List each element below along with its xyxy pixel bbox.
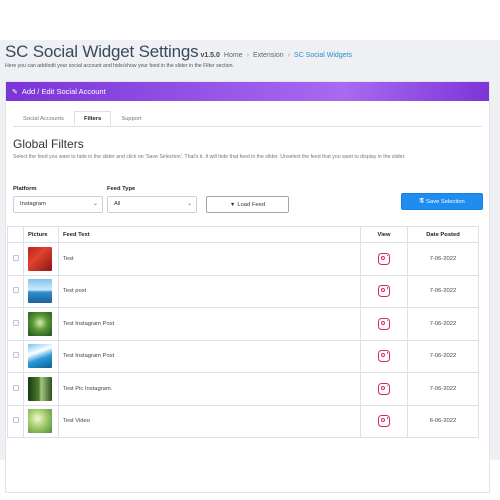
chevron-down-icon: ⌄ <box>186 201 192 207</box>
feed-thumbnail <box>28 409 52 434</box>
column-header-feed-text: Feed Text <box>58 226 361 243</box>
tab-filters[interactable]: Filters <box>73 111 112 126</box>
row-checkbox[interactable] <box>12 417 19 424</box>
date-cell: 6-06-2022 <box>407 404 479 438</box>
panel-title: Add / Edit Social Account <box>21 87 106 96</box>
feed-thumbnail <box>28 376 52 401</box>
view-cell <box>360 372 408 406</box>
instagram-icon[interactable] <box>378 415 390 428</box>
breadcrumb-current[interactable]: SC Social Widgets <box>294 52 352 59</box>
date-cell: 7-06-2022 <box>407 242 479 276</box>
row-select-cell <box>7 404 24 438</box>
table-row: Test Instagram Post 7-06-2022 <box>7 307 479 341</box>
date-cell: 7-06-2022 <box>407 339 479 373</box>
feed-text-cell: Test Instagram Post <box>58 339 361 373</box>
chevron-down-icon: ⌄ <box>92 201 98 207</box>
feed-thumbnail <box>28 311 52 336</box>
instagram-icon[interactable] <box>378 317 390 330</box>
instagram-icon[interactable] <box>378 285 390 298</box>
breadcrumb-home[interactable]: Home <box>224 52 243 59</box>
platform-label: Platform <box>13 186 37 192</box>
breadcrumb-separator: › <box>287 52 291 59</box>
tab-social-accounts[interactable]: Social Accounts <box>13 111 74 126</box>
picture-cell <box>23 339 59 373</box>
breadcrumb-separator: › <box>246 52 249 59</box>
platform-select[interactable]: Instagram ⌄ <box>13 196 103 213</box>
section-description: Select the feed you want to hide in the … <box>13 154 406 160</box>
feed-table: Picture Feed Text View Date Posted Test 7… <box>7 226 479 438</box>
settings-page: SC Social Widget Settings v1.5.0 Home › … <box>0 40 500 493</box>
view-cell <box>360 274 408 308</box>
row-select-cell <box>7 274 24 308</box>
feed-thumbnail <box>28 279 52 304</box>
page-header: SC Social Widget Settings v1.5.0 Home › … <box>5 42 495 62</box>
save-selection-label: Save Selection <box>426 198 465 205</box>
row-checkbox[interactable] <box>12 319 19 326</box>
instagram-icon[interactable] <box>378 382 390 395</box>
tab-bar: Social Accounts Filters Support <box>13 111 152 126</box>
feed-text-cell: Test Pic Instagram. <box>58 372 361 406</box>
section-title: Global Filters <box>13 137 84 151</box>
pencil-icon: ✎ <box>12 88 18 96</box>
picture-cell <box>23 307 59 341</box>
page-description: Here you can add/edit your social accoun… <box>5 63 234 69</box>
table-row: Test Video 6-06-2022 <box>7 404 479 438</box>
view-cell <box>360 307 408 341</box>
picture-cell <box>23 404 59 438</box>
date-cell: 7-06-2022 <box>407 307 479 341</box>
view-cell <box>360 242 408 276</box>
save-selection-button[interactable]: 🖫 Save Selection <box>401 193 483 210</box>
load-feed-label: Load Feed <box>237 201 266 208</box>
table-row: Test Pic Instagram. 7-06-2022 <box>7 372 479 406</box>
tab-support[interactable]: Support <box>111 111 151 126</box>
row-select-cell <box>7 372 24 406</box>
picture-cell <box>23 242 59 276</box>
breadcrumb-extension[interactable]: Extension <box>253 52 284 59</box>
feed-type-select[interactable]: All ⌄ <box>107 196 197 213</box>
column-header-select <box>7 226 24 243</box>
load-feed-button[interactable]: ▼ Load Feed <box>206 196 289 213</box>
feed-text-cell: Test post <box>58 274 361 308</box>
row-checkbox[interactable] <box>12 384 19 391</box>
feed-thumbnail <box>28 246 52 271</box>
date-cell: 7-06-2022 <box>407 372 479 406</box>
column-header-view: View <box>360 226 408 243</box>
row-select-cell <box>7 242 24 276</box>
table-header: Picture Feed Text View Date Posted <box>7 226 479 243</box>
platform-value: Instagram <box>20 201 46 207</box>
date-cell: 7-06-2022 <box>407 274 479 308</box>
table-row: Test 7-06-2022 <box>7 242 479 276</box>
feed-thumbnail <box>28 344 52 369</box>
instagram-icon[interactable] <box>378 350 390 363</box>
row-checkbox[interactable] <box>12 352 19 359</box>
column-header-picture: Picture <box>23 226 59 243</box>
view-cell <box>360 339 408 373</box>
feed-type-value: All <box>114 201 121 207</box>
table-row: Test Instagram Post 7-06-2022 <box>7 339 479 373</box>
view-cell <box>360 404 408 438</box>
feed-type-label: Feed Type <box>107 186 136 192</box>
picture-cell <box>23 274 59 308</box>
row-select-cell <box>7 339 24 373</box>
save-icon: 🖫 <box>419 198 424 204</box>
feed-text-cell: Test Video <box>58 404 361 438</box>
filter-icon: ▼ <box>229 201 236 208</box>
page-title: SC Social Widget Settings <box>5 42 199 61</box>
instagram-icon[interactable] <box>378 252 390 265</box>
column-header-date: Date Posted <box>407 226 479 243</box>
version-label: v1.5.0 <box>200 52 220 59</box>
feed-text-cell: Test Instagram Post <box>58 307 361 341</box>
table-row: Test post 7-06-2022 <box>7 274 479 308</box>
row-select-cell <box>7 307 24 341</box>
feed-text-cell: Test <box>58 242 361 276</box>
panel-header: ✎ Add / Edit Social Account <box>6 82 489 101</box>
row-checkbox[interactable] <box>12 254 19 261</box>
picture-cell <box>23 372 59 406</box>
tab-divider <box>13 126 482 127</box>
row-checkbox[interactable] <box>12 287 19 294</box>
